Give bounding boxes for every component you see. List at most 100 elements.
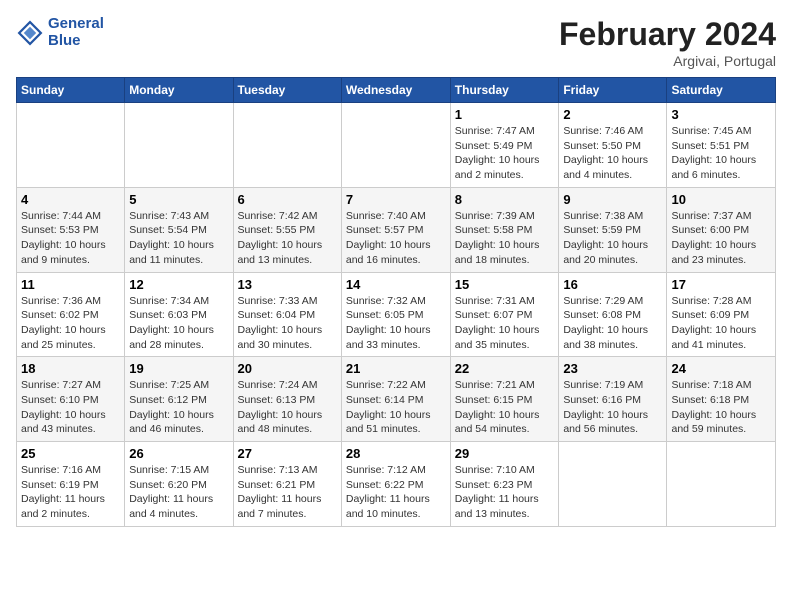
day-cell: 24Sunrise: 7:18 AM Sunset: 6:18 PM Dayli… (667, 357, 776, 442)
day-info: Sunrise: 7:47 AM Sunset: 5:49 PM Dayligh… (455, 124, 555, 183)
day-info: Sunrise: 7:27 AM Sunset: 6:10 PM Dayligh… (21, 378, 120, 437)
day-cell: 21 Sunrise: 7:22 AM Sunset: 6:14 PM Dayli… (341, 357, 450, 442)
day-cell: 26 Sunrise: 7:15 AM Sunset: 6:20 PM Dayli… (125, 442, 233, 527)
day-info: Sunrise: 7:19 AM Sunset: 6:16 PM Dayligh… (563, 378, 662, 437)
day-info: Sunrise: 7:33 AM Sunset: 6:04 PM Dayligh… (238, 294, 337, 353)
day-info: Sunrise: 7:22 AM Sunset: 6:14 PM Dayligh… (346, 378, 446, 437)
day-info: Sunrise: 7:16 AM Sunset: 6:19 PM Dayligh… (21, 463, 120, 522)
day-cell: 9 Sunrise: 7:38 AM Sunset: 5:59 PM Daylig… (559, 187, 667, 272)
weekday-header-tuesday: Tuesday (233, 78, 341, 103)
calendar-subtitle: Argivai, Portugal (559, 53, 776, 69)
weekday-header-thursday: Thursday (450, 78, 559, 103)
day-number: 1 (455, 107, 555, 122)
day-number: 13 (238, 277, 337, 292)
calendar-table: SundayMondayTuesdayWednesdayThursdayFrid… (16, 77, 776, 527)
weekday-header-friday: Friday (559, 78, 667, 103)
day-info: Sunrise: 7:25 AM Sunset: 6:12 PM Dayligh… (129, 378, 228, 437)
page-header: General Blue February 2024 Argivai, Port… (16, 16, 776, 69)
day-info: Sunrise: 7:46 AM Sunset: 5:50 PM Dayligh… (563, 124, 662, 183)
day-cell: 27 Sunrise: 7:13 AM Sunset: 6:21 PM Dayli… (233, 442, 341, 527)
day-cell: 13 Sunrise: 7:33 AM Sunset: 6:04 PM Dayli… (233, 272, 341, 357)
calendar-title: February 2024 (559, 16, 776, 53)
day-cell: 7 Sunrise: 7:40 AM Sunset: 5:57 PM Daylig… (341, 187, 450, 272)
day-number: 3 (671, 107, 771, 122)
day-number: 8 (455, 192, 555, 207)
week-row-3: 11 Sunrise: 7:36 AM Sunset: 6:02 PM Dayli… (17, 272, 776, 357)
day-number: 18 (21, 361, 120, 376)
day-cell: 5Sunrise: 7:43 AM Sunset: 5:54 PM Daylig… (125, 187, 233, 272)
logo-text: General Blue (48, 16, 104, 49)
day-info: Sunrise: 7:13 AM Sunset: 6:21 PM Dayligh… (238, 463, 337, 522)
day-cell: 17 Sunrise: 7:28 AM Sunset: 6:09 PM Dayli… (667, 272, 776, 357)
day-cell: 19 Sunrise: 7:25 AM Sunset: 6:12 PM Dayli… (125, 357, 233, 442)
day-cell: 22 Sunrise: 7:21 AM Sunset: 6:15 PM Dayli… (450, 357, 559, 442)
day-cell: 11 Sunrise: 7:36 AM Sunset: 6:02 PM Dayli… (17, 272, 125, 357)
day-cell (667, 442, 776, 527)
day-info: Sunrise: 7:42 AM Sunset: 5:55 PM Dayligh… (238, 209, 337, 268)
day-cell (341, 103, 450, 188)
day-number: 9 (563, 192, 662, 207)
day-info: Sunrise: 7:24 AM Sunset: 6:13 PM Dayligh… (238, 378, 337, 437)
day-cell: 3 Sunrise: 7:45 AM Sunset: 5:51 PM Daylig… (667, 103, 776, 188)
day-cell: 10 Sunrise: 7:37 AM Sunset: 6:00 PM Dayli… (667, 187, 776, 272)
day-cell: 14 Sunrise: 7:32 AM Sunset: 6:05 PM Dayli… (341, 272, 450, 357)
weekday-header-saturday: Saturday (667, 78, 776, 103)
day-number: 5 (129, 192, 228, 207)
day-info: Sunrise: 7:45 AM Sunset: 5:51 PM Dayligh… (671, 124, 771, 183)
day-cell: 15 Sunrise: 7:31 AM Sunset: 6:07 PM Dayli… (450, 272, 559, 357)
day-number: 22 (455, 361, 555, 376)
day-info: Sunrise: 7:44 AM Sunset: 5:53 PM Dayligh… (21, 209, 120, 268)
day-info: Sunrise: 7:28 AM Sunset: 6:09 PM Dayligh… (671, 294, 771, 353)
title-block: February 2024 Argivai, Portugal (559, 16, 776, 69)
day-info: Sunrise: 7:15 AM Sunset: 6:20 PM Dayligh… (129, 463, 228, 522)
day-number: 19 (129, 361, 228, 376)
day-info: Sunrise: 7:12 AM Sunset: 6:22 PM Dayligh… (346, 463, 446, 522)
day-number: 12 (129, 277, 228, 292)
day-cell: 29Sunrise: 7:10 AM Sunset: 6:23 PM Dayli… (450, 442, 559, 527)
day-number: 20 (238, 361, 337, 376)
weekday-header-row: SundayMondayTuesdayWednesdayThursdayFrid… (17, 78, 776, 103)
day-number: 14 (346, 277, 446, 292)
weekday-header-monday: Monday (125, 78, 233, 103)
day-number: 29 (455, 446, 555, 461)
day-info: Sunrise: 7:34 AM Sunset: 6:03 PM Dayligh… (129, 294, 228, 353)
week-row-4: 18 Sunrise: 7:27 AM Sunset: 6:10 PM Dayli… (17, 357, 776, 442)
day-cell: 1 Sunrise: 7:47 AM Sunset: 5:49 PM Daylig… (450, 103, 559, 188)
calendar-body: 1 Sunrise: 7:47 AM Sunset: 5:49 PM Daylig… (17, 103, 776, 527)
logo-icon (16, 19, 44, 47)
day-cell (125, 103, 233, 188)
day-info: Sunrise: 7:31 AM Sunset: 6:07 PM Dayligh… (455, 294, 555, 353)
week-row-5: 25 Sunrise: 7:16 AM Sunset: 6:19 PM Dayli… (17, 442, 776, 527)
day-number: 10 (671, 192, 771, 207)
logo: General Blue (16, 16, 104, 49)
day-info: Sunrise: 7:36 AM Sunset: 6:02 PM Dayligh… (21, 294, 120, 353)
day-number: 11 (21, 277, 120, 292)
day-number: 28 (346, 446, 446, 461)
day-cell (559, 442, 667, 527)
day-cell: 18 Sunrise: 7:27 AM Sunset: 6:10 PM Dayli… (17, 357, 125, 442)
weekday-header-wednesday: Wednesday (341, 78, 450, 103)
day-info: Sunrise: 7:37 AM Sunset: 6:00 PM Dayligh… (671, 209, 771, 268)
day-cell: 2Sunrise: 7:46 AM Sunset: 5:50 PM Daylig… (559, 103, 667, 188)
day-cell (17, 103, 125, 188)
day-cell: 20 Sunrise: 7:24 AM Sunset: 6:13 PM Dayli… (233, 357, 341, 442)
day-number: 26 (129, 446, 228, 461)
day-info: Sunrise: 7:38 AM Sunset: 5:59 PM Dayligh… (563, 209, 662, 268)
day-info: Sunrise: 7:40 AM Sunset: 5:57 PM Dayligh… (346, 209, 446, 268)
day-info: Sunrise: 7:32 AM Sunset: 6:05 PM Dayligh… (346, 294, 446, 353)
day-number: 25 (21, 446, 120, 461)
day-cell: 4Sunrise: 7:44 AM Sunset: 5:53 PM Daylig… (17, 187, 125, 272)
day-number: 21 (346, 361, 446, 376)
day-cell: 6Sunrise: 7:42 AM Sunset: 5:55 PM Daylig… (233, 187, 341, 272)
day-cell (233, 103, 341, 188)
day-info: Sunrise: 7:18 AM Sunset: 6:18 PM Dayligh… (671, 378, 771, 437)
day-info: Sunrise: 7:29 AM Sunset: 6:08 PM Dayligh… (563, 294, 662, 353)
day-number: 15 (455, 277, 555, 292)
day-info: Sunrise: 7:21 AM Sunset: 6:15 PM Dayligh… (455, 378, 555, 437)
day-number: 27 (238, 446, 337, 461)
day-cell: 8Sunrise: 7:39 AM Sunset: 5:58 PM Daylig… (450, 187, 559, 272)
day-number: 17 (671, 277, 771, 292)
day-cell: 28 Sunrise: 7:12 AM Sunset: 6:22 PM Dayli… (341, 442, 450, 527)
week-row-2: 4Sunrise: 7:44 AM Sunset: 5:53 PM Daylig… (17, 187, 776, 272)
day-number: 7 (346, 192, 446, 207)
